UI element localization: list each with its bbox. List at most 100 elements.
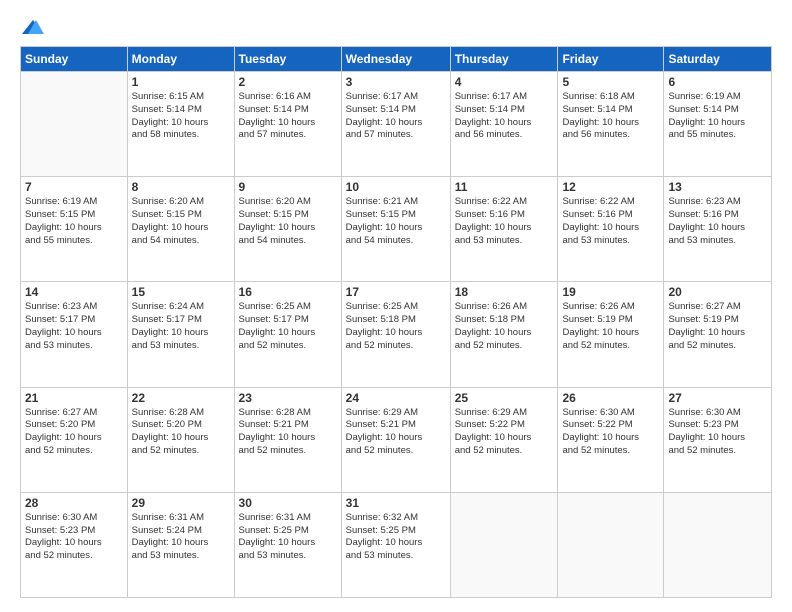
calendar-cell: 31 Sunrise: 6:32 AM Sunset: 5:25 PM Dayli… <box>341 492 450 597</box>
day-info: Sunrise: 6:19 AM Sunset: 5:14 PM Dayligh… <box>668 91 767 142</box>
calendar-cell: 8 Sunrise: 6:20 AM Sunset: 5:15 PM Daylig… <box>127 177 234 282</box>
calendar-cell: 13 Sunrise: 6:23 AM Sunset: 5:16 PM Dayli… <box>664 177 772 282</box>
day-number: 6 <box>668 75 767 89</box>
day-number: 28 <box>25 496 123 510</box>
day-info: Sunrise: 6:27 AM Sunset: 5:20 PM Dayligh… <box>25 407 123 458</box>
day-info: Sunrise: 6:26 AM Sunset: 5:18 PM Dayligh… <box>455 301 554 352</box>
day-info: Sunrise: 6:22 AM Sunset: 5:16 PM Dayligh… <box>562 196 659 247</box>
day-number: 18 <box>455 285 554 299</box>
calendar-cell <box>450 492 558 597</box>
day-info: Sunrise: 6:31 AM Sunset: 5:25 PM Dayligh… <box>239 512 337 563</box>
day-info: Sunrise: 6:17 AM Sunset: 5:14 PM Dayligh… <box>346 91 446 142</box>
day-number: 4 <box>455 75 554 89</box>
calendar-week-row: 7Sunrise: 6:19 AM Sunset: 5:15 PM Daylig… <box>21 177 772 282</box>
calendar-cell: 20 Sunrise: 6:27 AM Sunset: 5:19 PM Dayli… <box>664 282 772 387</box>
calendar-cell: 3 Sunrise: 6:17 AM Sunset: 5:14 PM Daylig… <box>341 72 450 177</box>
day-number: 8 <box>132 180 230 194</box>
calendar-day-header: Thursday <box>450 47 558 72</box>
calendar-cell <box>664 492 772 597</box>
day-info: Sunrise: 6:20 AM Sunset: 5:15 PM Dayligh… <box>239 196 337 247</box>
day-number: 26 <box>562 391 659 405</box>
calendar-cell: 19 Sunrise: 6:26 AM Sunset: 5:19 PM Dayli… <box>558 282 664 387</box>
day-info: Sunrise: 6:30 AM Sunset: 5:22 PM Dayligh… <box>562 407 659 458</box>
day-number: 24 <box>346 391 446 405</box>
day-info: Sunrise: 6:18 AM Sunset: 5:14 PM Dayligh… <box>562 91 659 142</box>
calendar-cell: 14Sunrise: 6:23 AM Sunset: 5:17 PM Dayli… <box>21 282 128 387</box>
calendar-day-header: Tuesday <box>234 47 341 72</box>
day-number: 13 <box>668 180 767 194</box>
calendar-day-header: Monday <box>127 47 234 72</box>
calendar-cell: 30 Sunrise: 6:31 AM Sunset: 5:25 PM Dayli… <box>234 492 341 597</box>
calendar-cell: 26 Sunrise: 6:30 AM Sunset: 5:22 PM Dayli… <box>558 387 664 492</box>
calendar-day-header: Saturday <box>664 47 772 72</box>
calendar-cell: 15Sunrise: 6:24 AM Sunset: 5:17 PM Dayli… <box>127 282 234 387</box>
day-info: Sunrise: 6:20 AM Sunset: 5:15 PM Dayligh… <box>132 196 230 247</box>
calendar-day-header: Friday <box>558 47 664 72</box>
day-info: Sunrise: 6:25 AM Sunset: 5:18 PM Dayligh… <box>346 301 446 352</box>
calendar-cell: 5 Sunrise: 6:18 AM Sunset: 5:14 PM Daylig… <box>558 72 664 177</box>
day-number: 20 <box>668 285 767 299</box>
page: SundayMondayTuesdayWednesdayThursdayFrid… <box>0 0 792 612</box>
day-info: Sunrise: 6:29 AM Sunset: 5:22 PM Dayligh… <box>455 407 554 458</box>
day-number: 14 <box>25 285 123 299</box>
header <box>20 18 772 36</box>
day-info: Sunrise: 6:28 AM Sunset: 5:20 PM Dayligh… <box>132 407 230 458</box>
day-number: 19 <box>562 285 659 299</box>
day-number: 12 <box>562 180 659 194</box>
day-number: 31 <box>346 496 446 510</box>
logo-icon <box>22 18 44 36</box>
day-number: 10 <box>346 180 446 194</box>
day-info: Sunrise: 6:21 AM Sunset: 5:15 PM Dayligh… <box>346 196 446 247</box>
day-info: Sunrise: 6:30 AM Sunset: 5:23 PM Dayligh… <box>668 407 767 458</box>
day-number: 23 <box>239 391 337 405</box>
calendar-cell: 4 Sunrise: 6:17 AM Sunset: 5:14 PM Daylig… <box>450 72 558 177</box>
day-info: Sunrise: 6:25 AM Sunset: 5:17 PM Dayligh… <box>239 301 337 352</box>
calendar-cell: 1 Sunrise: 6:15 AM Sunset: 5:14 PM Daylig… <box>127 72 234 177</box>
calendar-cell: 17Sunrise: 6:25 AM Sunset: 5:18 PM Dayli… <box>341 282 450 387</box>
calendar-week-row: 1 Sunrise: 6:15 AM Sunset: 5:14 PM Daylig… <box>21 72 772 177</box>
calendar-cell: 18 Sunrise: 6:26 AM Sunset: 5:18 PM Dayli… <box>450 282 558 387</box>
calendar-table: SundayMondayTuesdayWednesdayThursdayFrid… <box>20 46 772 598</box>
day-info: Sunrise: 6:26 AM Sunset: 5:19 PM Dayligh… <box>562 301 659 352</box>
calendar-cell: 10 Sunrise: 6:21 AM Sunset: 5:15 PM Dayli… <box>341 177 450 282</box>
day-number: 16 <box>239 285 337 299</box>
logo <box>20 18 44 36</box>
day-number: 29 <box>132 496 230 510</box>
day-number: 7 <box>25 180 123 194</box>
calendar-cell: 28 Sunrise: 6:30 AM Sunset: 5:23 PM Dayli… <box>21 492 128 597</box>
day-number: 22 <box>132 391 230 405</box>
day-info: Sunrise: 6:30 AM Sunset: 5:23 PM Dayligh… <box>25 512 123 563</box>
calendar-cell <box>21 72 128 177</box>
day-info: Sunrise: 6:24 AM Sunset: 5:17 PM Dayligh… <box>132 301 230 352</box>
calendar-day-header: Wednesday <box>341 47 450 72</box>
calendar-cell: 27 Sunrise: 6:30 AM Sunset: 5:23 PM Dayli… <box>664 387 772 492</box>
day-number: 5 <box>562 75 659 89</box>
day-number: 3 <box>346 75 446 89</box>
day-number: 2 <box>239 75 337 89</box>
day-number: 25 <box>455 391 554 405</box>
day-info: Sunrise: 6:32 AM Sunset: 5:25 PM Dayligh… <box>346 512 446 563</box>
day-info: Sunrise: 6:29 AM Sunset: 5:21 PM Dayligh… <box>346 407 446 458</box>
day-info: Sunrise: 6:15 AM Sunset: 5:14 PM Dayligh… <box>132 91 230 142</box>
calendar-header-row: SundayMondayTuesdayWednesdayThursdayFrid… <box>21 47 772 72</box>
day-number: 27 <box>668 391 767 405</box>
day-info: Sunrise: 6:27 AM Sunset: 5:19 PM Dayligh… <box>668 301 767 352</box>
calendar-week-row: 28 Sunrise: 6:30 AM Sunset: 5:23 PM Dayli… <box>21 492 772 597</box>
calendar-cell: 22 Sunrise: 6:28 AM Sunset: 5:20 PM Dayli… <box>127 387 234 492</box>
day-info: Sunrise: 6:28 AM Sunset: 5:21 PM Dayligh… <box>239 407 337 458</box>
calendar-cell: 23 Sunrise: 6:28 AM Sunset: 5:21 PM Dayli… <box>234 387 341 492</box>
calendar-cell: 25 Sunrise: 6:29 AM Sunset: 5:22 PM Dayli… <box>450 387 558 492</box>
calendar-week-row: 14Sunrise: 6:23 AM Sunset: 5:17 PM Dayli… <box>21 282 772 387</box>
day-number: 1 <box>132 75 230 89</box>
calendar-cell: 2Sunrise: 6:16 AM Sunset: 5:14 PM Daylig… <box>234 72 341 177</box>
calendar-cell: 9Sunrise: 6:20 AM Sunset: 5:15 PM Daylig… <box>234 177 341 282</box>
day-info: Sunrise: 6:17 AM Sunset: 5:14 PM Dayligh… <box>455 91 554 142</box>
day-info: Sunrise: 6:22 AM Sunset: 5:16 PM Dayligh… <box>455 196 554 247</box>
day-number: 30 <box>239 496 337 510</box>
day-info: Sunrise: 6:31 AM Sunset: 5:24 PM Dayligh… <box>132 512 230 563</box>
calendar-cell: 24 Sunrise: 6:29 AM Sunset: 5:21 PM Dayli… <box>341 387 450 492</box>
calendar-cell <box>558 492 664 597</box>
calendar-week-row: 21Sunrise: 6:27 AM Sunset: 5:20 PM Dayli… <box>21 387 772 492</box>
day-info: Sunrise: 6:23 AM Sunset: 5:16 PM Dayligh… <box>668 196 767 247</box>
calendar-cell: 29 Sunrise: 6:31 AM Sunset: 5:24 PM Dayli… <box>127 492 234 597</box>
